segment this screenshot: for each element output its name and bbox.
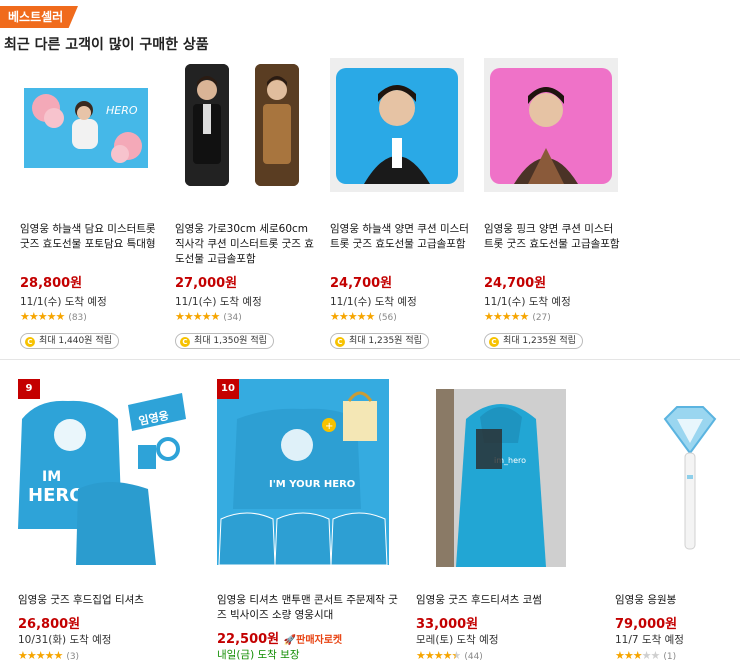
- product-price: 24,700원: [484, 276, 547, 291]
- rating-stars: ★★★★★ (44): [416, 649, 483, 662]
- coin-icon: C: [489, 337, 499, 347]
- arrival-date: 모레(토) 도착 예정: [416, 634, 499, 646]
- product-card[interactable]: 9 IM HERO 임영웅 임영웅 굿즈 후드집업 티셔츠 26,800원 10…: [18, 379, 208, 668]
- hoodie-illustration: IM HERO 임영웅: [18, 379, 188, 565]
- lightstick-illustration: [663, 406, 717, 550]
- product-price: 28,800원: [20, 276, 83, 291]
- review-count: (56): [378, 313, 397, 323]
- product-name[interactable]: 임영웅 굿즈 후드티셔츠 코썸: [416, 593, 600, 608]
- product-card[interactable]: 10 I'M YOUR HERO + 임영웅 티셔츠 맨투맨 콘서트 주문제작 …: [217, 379, 407, 668]
- svg-text:HERO: HERO: [106, 104, 138, 117]
- product-price: 26,800원: [18, 617, 81, 632]
- rating-stars: ★★★★★ (3): [18, 649, 80, 662]
- product-name[interactable]: 임영웅 핑크 양면 쿠션 미스터트롯 굿즈 효도선물 고급솔포함: [484, 222, 622, 252]
- svg-text:IM: IM: [42, 469, 61, 485]
- product-card[interactable]: HERO 임영웅 하늘색 담요 미스터트롯 굿즈 효도선물 포토담요 특대형 2…: [20, 58, 160, 353]
- hoodie-model-illustration: im_hero: [436, 389, 566, 567]
- product-card[interactable]: 임영웅 핑크 양면 쿠션 미스터트롯 굿즈 효도선물 고급솔포함 24,700원…: [484, 58, 624, 353]
- rating-stars: ★★★★★ (83): [20, 310, 87, 323]
- review-count: (34): [223, 313, 242, 323]
- cushion-black-illustration: [185, 64, 229, 186]
- product-card[interactable]: 임영웅 하늘색 양면 쿠션 미스터트롯 굿즈 효도선물 고급솔포함 24,700…: [330, 58, 470, 353]
- review-count: (27): [532, 313, 551, 323]
- review-count: (3): [66, 652, 80, 662]
- arrival-date: 11/7 도착 예정: [615, 634, 684, 646]
- product-image[interactable]: [185, 64, 229, 186]
- rating-stars: ★★★★★ (56): [330, 310, 397, 323]
- arrival-date: 11/1(수) 도착 예정: [484, 296, 571, 308]
- coin-icon: C: [180, 337, 190, 347]
- cushion-pink-illustration: [484, 58, 618, 192]
- rating-stars: ★★★★★ (1): [615, 649, 677, 662]
- blanket-illustration: HERO: [24, 88, 148, 168]
- product-name[interactable]: 임영웅 응원봉: [615, 593, 735, 608]
- product-price: 22,500원 🚀판매자로켓: [217, 632, 343, 647]
- arrival-date: 10/31(화) 도착 예정: [18, 634, 112, 646]
- product-name[interactable]: 임영웅 굿즈 후드집업 티셔츠: [18, 593, 198, 608]
- product-image[interactable]: im_hero: [436, 389, 566, 567]
- arrival-date: 11/1(수) 도착 예정: [175, 296, 262, 308]
- arrival-date: 11/1(수) 도착 예정: [330, 296, 417, 308]
- points-badge: C 최대 1,235원 적립: [484, 333, 583, 349]
- points-badge: C 최대 1,350원 적립: [175, 333, 274, 349]
- rating-stars: ★★★★★ (27): [484, 310, 551, 323]
- review-count: (44): [464, 652, 483, 662]
- points-badge: C 최대 1,440원 적립: [20, 333, 119, 349]
- seller-rocket-badge: 🚀판매자로켓: [283, 635, 343, 646]
- product-price: 27,000원: [175, 276, 238, 291]
- product-image[interactable]: [330, 58, 464, 192]
- coin-icon: C: [25, 337, 35, 347]
- rank-badge: 9: [18, 379, 40, 399]
- rating-stars: ★★★★★ (34): [175, 310, 242, 323]
- product-name[interactable]: 임영웅 하늘색 담요 미스터트롯 굿즈 효도선물 포토담요 특대형: [20, 222, 156, 252]
- cushion-brown-illustration: [255, 64, 299, 186]
- review-count: (83): [68, 313, 87, 323]
- product-price: 79,000원: [615, 617, 678, 632]
- sweatshirt-illustration: I'M YOUR HERO +: [217, 379, 389, 565]
- svg-text:HERO: HERO: [28, 485, 85, 506]
- product-image[interactable]: [484, 58, 618, 192]
- svg-text:+: +: [325, 421, 333, 432]
- cushion-sky-illustration: [330, 58, 464, 192]
- product-image[interactable]: 10 I'M YOUR HERO +: [217, 379, 389, 565]
- bestseller-badge: 베스트셀러: [0, 6, 78, 28]
- section-title: 최근 다른 고객이 많이 구매한 상품: [4, 37, 209, 53]
- review-count: (1): [663, 652, 677, 662]
- arrival-date: 내일(금) 도착 보장: [217, 649, 300, 661]
- product-name[interactable]: 임영웅 가로30cm 세로60cm 직사각 쿠션 미스터트롯 굿즈 효도선물 고…: [175, 222, 315, 267]
- section-divider: [0, 359, 740, 360]
- coin-icon: C: [335, 337, 345, 347]
- product-name[interactable]: 임영웅 하늘색 양면 쿠션 미스터트롯 굿즈 효도선물 고급솔포함: [330, 222, 470, 252]
- product-price: 33,000원: [416, 617, 479, 632]
- product-image[interactable]: HERO: [24, 88, 148, 168]
- product-card[interactable]: 임영웅 응원봉 79,000원 11/7 도착 예정 ★★★★★ (1): [615, 379, 740, 668]
- rank-badge: 10: [217, 379, 239, 399]
- product-name[interactable]: 임영웅 티셔츠 맨투맨 콘서트 주문제작 굿즈 빅사이즈 소량 영웅시대: [217, 593, 401, 623]
- product-image[interactable]: [255, 64, 299, 186]
- svg-text:I'M YOUR HERO: I'M YOUR HERO: [269, 479, 355, 490]
- product-card[interactable]: im_hero 임영웅 굿즈 후드티셔츠 코썸 33,000원 모레(토) 도착…: [416, 379, 606, 668]
- product-image[interactable]: [655, 405, 725, 555]
- arrival-date: 11/1(수) 도착 예정: [20, 296, 107, 308]
- product-card[interactable]: 임영웅 가로30cm 세로60cm 직사각 쿠션 미스터트롯 굿즈 효도선물 고…: [175, 58, 315, 353]
- points-badge: C 최대 1,235원 적립: [330, 333, 429, 349]
- product-image[interactable]: 9 IM HERO 임영웅: [18, 379, 188, 565]
- product-price: 24,700원: [330, 276, 393, 291]
